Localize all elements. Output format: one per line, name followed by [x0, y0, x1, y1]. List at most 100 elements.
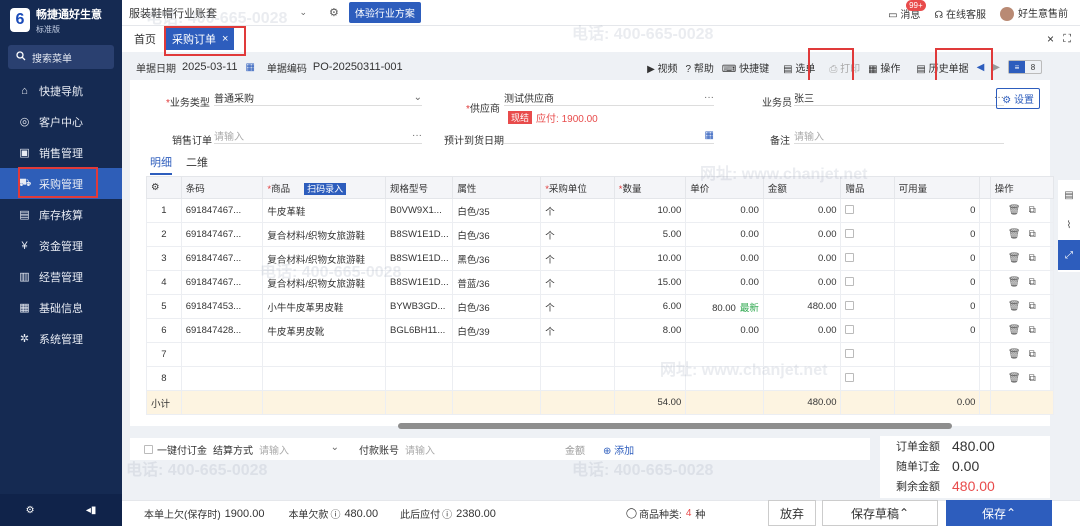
scan-entry-button[interactable]: 扫码录入 [304, 182, 347, 195]
amount-cell[interactable]: 0.00 [762, 222, 842, 247]
attr-cell[interactable]: 白色/36 [452, 294, 542, 319]
spec-cell[interactable]: B8SW1E1D... [384, 246, 454, 271]
note-icon[interactable]: ▤ [1058, 180, 1080, 210]
save-draft-button[interactable]: 保存草稿 ⌃ [822, 500, 938, 526]
sidebar-item-customer[interactable]: ◎ 客户中心 [0, 106, 122, 137]
arrival-date-input[interactable]: ▦ [504, 128, 714, 144]
unit-cell[interactable] [540, 342, 615, 367]
trash-icon[interactable]: 🗑 [1008, 253, 1021, 264]
amount-cell[interactable]: 0.00 [762, 270, 842, 295]
gift-checkbox[interactable] [845, 252, 855, 262]
amount-cell[interactable]: 0.00 [762, 246, 842, 271]
unit-cell[interactable] [540, 366, 615, 391]
attr-cell[interactable] [452, 342, 542, 367]
table-row[interactable]: 4 691847467... 复合材料/织物女旅游鞋 B8SW1E1D... 普蓝/36… [146, 270, 1055, 295]
video-button[interactable]: ▶ 视频 [647, 60, 677, 75]
qty-cell[interactable]: 5.00 [613, 222, 687, 247]
unit-cell[interactable]: 个 [540, 318, 615, 343]
attr-cell[interactable]: 白色/35 [452, 198, 542, 223]
sidebar-item-system[interactable]: ✲ 系统管理 [0, 323, 122, 354]
account-set-select[interactable]: 服装鞋帽行业账套 ⌄ [129, 5, 307, 21]
price-cell[interactable]: 0.00 [685, 222, 764, 247]
qty-cell[interactable] [613, 342, 687, 367]
qty-cell[interactable]: 8.00 [613, 318, 687, 343]
settings-gear-icon[interactable]: ⚙ [26, 505, 35, 516]
add-payment-button[interactable]: ⊕ 添加 [603, 442, 634, 457]
gift-checkbox[interactable] [845, 300, 855, 310]
unit-cell[interactable]: 个 [540, 270, 615, 295]
tab-detail[interactable]: 明细 [150, 154, 172, 175]
column-settings-icon[interactable]: ⚙ [146, 176, 182, 199]
gift-cell[interactable] [840, 270, 895, 295]
sidebar-item-inventory[interactable]: ▤ 库存核算 [0, 199, 122, 230]
close-all-icon[interactable]: × [1047, 32, 1054, 46]
attachment-icon[interactable]: ⌇ [1058, 210, 1080, 240]
product-cell[interactable] [262, 366, 386, 391]
qty-cell[interactable]: 6.00 [613, 294, 687, 319]
product-cell[interactable]: 复合材料/织物女旅游鞋 [262, 222, 386, 247]
unit-cell[interactable]: 个 [540, 198, 615, 223]
sidebar-item-funds[interactable]: ¥ 资金管理 [0, 230, 122, 261]
gift-checkbox[interactable] [845, 348, 855, 358]
amount-cell[interactable]: 0.00 [762, 318, 842, 343]
copy-icon[interactable]: ⧉ [1029, 325, 1036, 336]
more-icon[interactable]: ··· [412, 130, 422, 141]
copy-icon[interactable]: ⧉ [1029, 205, 1036, 216]
sidebar-item-business[interactable]: ▥ 经营管理 [0, 261, 122, 292]
next-icon[interactable]: ▶ [992, 62, 1000, 73]
gift-cell[interactable] [840, 198, 895, 223]
attr-cell[interactable]: 普蓝/36 [452, 270, 542, 295]
gift-cell[interactable] [840, 366, 895, 391]
price-cell[interactable]: 0.00 [685, 198, 764, 223]
barcode-cell[interactable]: 691847467... [180, 198, 264, 223]
copy-icon[interactable]: ⧉ [1029, 229, 1036, 240]
sidebar-item-basic-info[interactable]: ▦ 基础信息 [0, 292, 122, 323]
info-icon[interactable]: ⓘ [442, 506, 452, 521]
spec-cell[interactable]: B0VW9X1... [384, 198, 454, 223]
info-icon[interactable]: ⓘ [330, 506, 340, 521]
barcode-cell[interactable] [180, 342, 264, 367]
save-button[interactable]: 保存 ⌃ [946, 500, 1052, 526]
product-cell[interactable]: 牛皮革鞋 [262, 198, 386, 223]
biz-type-select[interactable]: 普通采购 ⌄ [214, 90, 422, 106]
amount-cell[interactable]: 0.00 [762, 198, 842, 223]
collapse-sidebar-icon[interactable]: ◂▮ [86, 505, 97, 516]
tab-home[interactable]: 首页 [134, 31, 156, 47]
user-menu[interactable]: 好生意售前 [1000, 5, 1068, 22]
attr-cell[interactable]: 黑色/36 [452, 246, 542, 271]
toggle-icon[interactable]: ◯ [626, 508, 637, 519]
gift-checkbox[interactable] [845, 204, 855, 214]
price-cell[interactable] [685, 342, 764, 367]
trash-icon[interactable]: 🗑 [1008, 301, 1021, 312]
copy-icon[interactable]: ⧉ [1029, 253, 1036, 264]
messages-button[interactable]: ▭ 消息 99+ [888, 0, 926, 21]
product-cell[interactable] [262, 342, 386, 367]
list-view-icon[interactable]: ≡ [1009, 61, 1025, 73]
horizontal-scrollbar[interactable] [398, 423, 952, 429]
expand-icon[interactable]: ⤢ [1058, 240, 1080, 270]
fullscreen-icon[interactable]: ⛶ [1063, 33, 1071, 46]
print-button[interactable]: ⎙ 打印 [829, 60, 860, 75]
code-value[interactable]: PO-20250311-001 [313, 61, 403, 73]
gift-checkbox[interactable] [845, 372, 855, 382]
pay-account-input[interactable]: 请输入 [405, 442, 485, 457]
trash-icon[interactable]: 🗑 [1008, 349, 1021, 360]
barcode-cell[interactable]: 691847428... [180, 318, 264, 343]
spec-cell[interactable] [384, 342, 454, 367]
product-cell[interactable]: 牛皮革男皮靴 [262, 318, 386, 343]
copy-icon[interactable]: ⧉ [1029, 349, 1036, 360]
table-row[interactable]: 8 🗑 ⧉ [146, 366, 1055, 391]
sidebar-item-purchase[interactable]: ⛟ 采购管理 [0, 168, 122, 199]
date-value[interactable]: 2025-03-11 [182, 61, 237, 73]
qty-cell[interactable]: 10.00 [613, 198, 687, 223]
barcode-cell[interactable] [180, 366, 264, 391]
shortcut-button[interactable]: ⌨ 快捷键 [722, 60, 769, 75]
supplier-input[interactable]: 测试供应商 ··· [504, 90, 714, 106]
help-button[interactable]: ? 帮助 [686, 60, 714, 75]
online-support-button[interactable]: ☊ 在线客服 [934, 6, 986, 21]
operate-button[interactable]: ▦ 操作 [868, 60, 900, 75]
trash-icon[interactable]: 🗑 [1008, 373, 1021, 384]
table-row[interactable]: 2 691847467... 复合材料/织物女旅游鞋 B8SW1E1D... 白色/36… [146, 222, 1055, 247]
unit-cell[interactable]: 个 [540, 222, 615, 247]
qty-cell[interactable]: 15.00 [613, 270, 687, 295]
